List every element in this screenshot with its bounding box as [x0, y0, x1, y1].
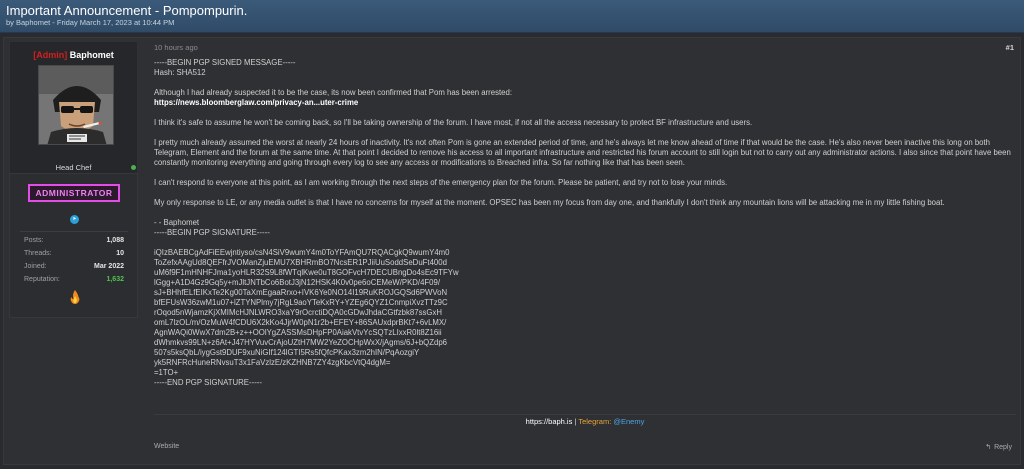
reply-label: Reply: [994, 444, 1012, 451]
paragraph: Although I had already suspected it to b…: [154, 88, 513, 97]
thread-meta[interactable]: by Baphomet - Friday March 17, 2023 at 1…: [6, 18, 1018, 28]
stat-label: Joined:: [24, 263, 47, 270]
user-signature: https://baph.is | Telegram: @Enemy: [154, 414, 1016, 428]
pgp-signature-end: -----END PGP SIGNATURE-----: [154, 378, 262, 387]
thread-title: Important Announcement - Pompompurin.: [6, 3, 248, 18]
reply-button[interactable]: ↰ Reply: [985, 443, 1012, 451]
post-body: -----BEGIN PGP SIGNED MESSAGE----- Hash:…: [154, 58, 1016, 388]
avatar-image: [39, 66, 113, 144]
signature-link[interactable]: https://baph.is: [526, 417, 573, 426]
post-date[interactable]: 10 hours ago: [154, 43, 198, 52]
username-text[interactable]: Baphomet: [70, 50, 114, 60]
stat-value: 10: [116, 250, 124, 257]
post: [Admin] Baphomet Head Chef ADMINISTRATOR…: [3, 37, 1021, 465]
admin-tag: [Admin]: [33, 50, 68, 60]
post-footer: Website ↰ Reply: [154, 443, 1016, 455]
reply-icon: ↰: [985, 444, 992, 451]
thread-header: Important Announcement - Pompompurin. by…: [0, 0, 1024, 33]
pgp-signature-begin: -----BEGIN PGP SIGNATURE-----: [154, 228, 270, 237]
stat-label: Threads:: [24, 250, 52, 257]
stat-value: 1,088: [106, 237, 124, 244]
stat-label: Reputation:: [24, 276, 60, 283]
stat-label: Posts:: [24, 237, 44, 244]
telegram-icon[interactable]: ➤: [70, 215, 79, 224]
flame-icon: [70, 290, 80, 304]
signoff: - - Baphomet: [154, 218, 200, 227]
username[interactable]: [Admin] Baphomet: [10, 50, 137, 61]
user-title: Head Chef: [55, 163, 92, 172]
stat-value: Mar 2022: [94, 263, 124, 270]
article-link[interactable]: https://news.bloomberglaw.com/privacy-an…: [154, 98, 1016, 108]
paragraph: My only response to LE, or any media out…: [154, 198, 945, 207]
divider: [20, 231, 128, 232]
online-status-dot: [131, 165, 136, 170]
pgp-signature-body: iQIzBAEBCgAdFiEEwjntiyso/csN4SiV9wumY4m0…: [154, 248, 459, 377]
user-info-box: ADMINISTRATOR ➤ Posts: 1,088 Threads: 10…: [9, 173, 138, 318]
paragraph: I can't respond to everyone at this poin…: [154, 178, 728, 187]
signature-telegram-handle[interactable]: @Enemy: [613, 417, 644, 426]
paragraph: I pretty much already assumed the worst …: [154, 138, 1013, 167]
paragraph: I think it's safe to assume he won't be …: [154, 118, 753, 127]
administrator-badge: ADMINISTRATOR: [28, 184, 120, 202]
signature-telegram-label: Telegram:: [578, 417, 612, 426]
reputation-value[interactable]: 1,632: [106, 275, 124, 284]
avatar[interactable]: [38, 65, 114, 145]
post-number[interactable]: #1: [1006, 43, 1014, 52]
pgp-hash-line: Hash: SHA512: [154, 68, 206, 77]
website-button[interactable]: Website: [154, 443, 179, 450]
pgp-begin-line: -----BEGIN PGP SIGNED MESSAGE-----: [154, 58, 296, 67]
